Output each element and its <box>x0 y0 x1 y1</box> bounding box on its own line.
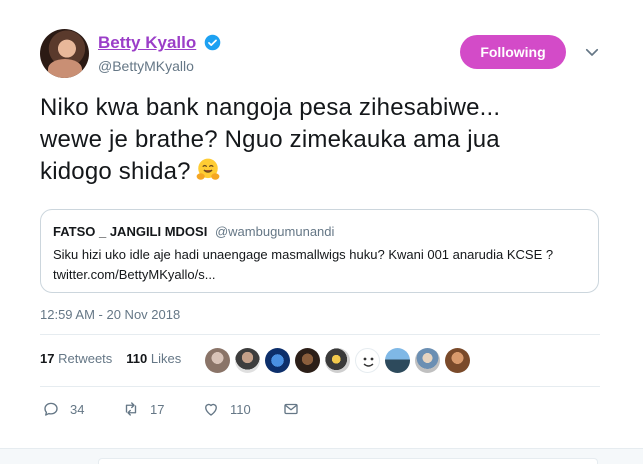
author-avatar[interactable] <box>40 29 89 78</box>
tweet-timestamp[interactable]: 12:59 AM - 20 Nov 2018 <box>40 307 180 322</box>
engagement-stats: 17 Retweets 110 Likes <box>40 351 181 366</box>
like-count: 110 <box>230 401 251 417</box>
liker-avatar[interactable] <box>295 348 320 373</box>
retweet-button[interactable]: 17 <box>122 398 164 420</box>
liker-avatar[interactable] <box>325 348 350 373</box>
retweet-count: 17 <box>150 401 165 417</box>
following-button[interactable]: Following <box>460 35 566 69</box>
tweet-text-line: kidogo shida? <box>40 156 600 188</box>
liker-avatar[interactable] <box>235 348 260 373</box>
hugging-face-icon <box>196 158 220 180</box>
reply-box-edge <box>98 458 598 464</box>
direct-message-button[interactable] <box>282 398 310 420</box>
retweets-stat[interactable]: 17 Retweets <box>40 351 112 366</box>
quoted-author-name: FATSO _ JANGILI MDOSI <box>53 224 208 239</box>
reply-button[interactable]: 34 <box>42 398 84 420</box>
liker-avatar[interactable] <box>415 348 440 373</box>
divider <box>40 334 600 335</box>
author-name[interactable]: Betty Kyallo <box>98 33 196 53</box>
reply-count: 34 <box>70 401 85 417</box>
quoted-tweet-header: FATSO _ JANGILI MDOSI @wambugumunandi <box>53 224 334 239</box>
reply-area-edge <box>0 448 643 464</box>
liker-avatar[interactable] <box>205 348 230 373</box>
like-button[interactable]: 110 <box>202 398 251 420</box>
divider <box>40 386 600 387</box>
retweet-icon <box>125 402 137 416</box>
liker-avatar[interactable] <box>265 348 290 373</box>
author-handle[interactable]: @BettyMKyallo <box>98 58 194 74</box>
smiley-icon <box>363 357 374 367</box>
tweet-text-line: wewe je brathe? Nguo zimekauka ama jua <box>40 126 500 153</box>
liker-avatar[interactable] <box>385 348 410 373</box>
heart-icon <box>205 403 217 416</box>
verified-badge-icon <box>204 34 221 51</box>
envelope-icon <box>284 403 298 415</box>
reply-icon <box>44 402 58 416</box>
tweet-text: Niko kwa bank nangoja pesa zihesabiwe...… <box>40 92 600 188</box>
chevron-down-icon[interactable] <box>583 43 601 61</box>
tweet-text-line: Niko kwa bank nangoja pesa zihesabiwe... <box>40 94 501 121</box>
quoted-author-handle: @wambugumunandi <box>214 224 335 239</box>
likes-stat[interactable]: 110 Likes <box>126 351 181 366</box>
quoted-link: twitter.com/BettyMKyallo/s... <box>53 267 216 282</box>
tweet-card: Betty Kyallo @BettyMKyallo Following Nik… <box>0 0 643 464</box>
quoted-text-line: Siku hizi uko idle aje hadi unaengage ma… <box>53 247 554 262</box>
quoted-tweet[interactable]: FATSO _ JANGILI MDOSI @wambugumunandi Si… <box>40 209 599 293</box>
quoted-tweet-body: Siku hizi uko idle aje hadi unaengage ma… <box>53 245 588 285</box>
liker-avatar[interactable] <box>445 348 470 373</box>
liker-avatar[interactable] <box>355 348 380 373</box>
